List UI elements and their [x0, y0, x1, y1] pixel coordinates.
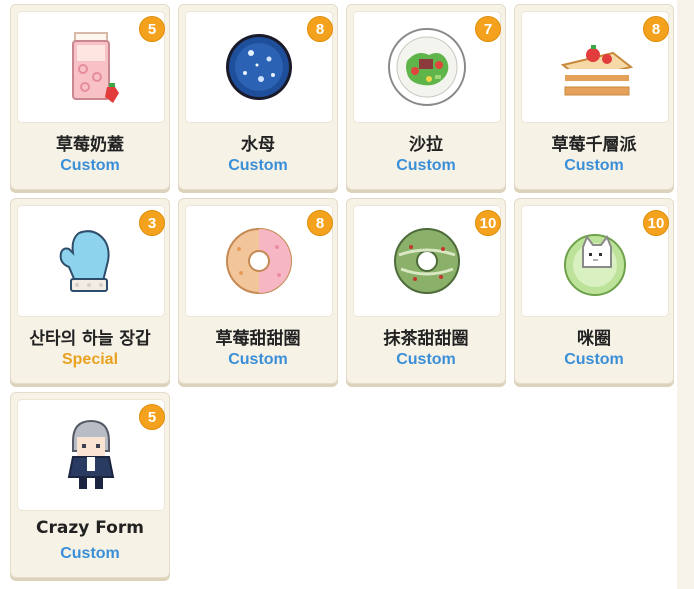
item-tag: Custom — [564, 351, 624, 368]
item-card[interactable]: 10 抹茶甜甜圈 Custom — [346, 198, 506, 384]
matcha-donut-icon — [394, 228, 460, 294]
salad-plate-icon — [388, 28, 466, 106]
item-name: 抹茶甜甜圈 — [383, 329, 469, 349]
item-tag: Custom — [228, 351, 288, 368]
item-card[interactable]: 5 草莓奶蓋 Custom — [10, 4, 170, 190]
cat-donut-icon — [564, 234, 626, 296]
mitten-icon — [59, 230, 110, 292]
strawberry-donut-icon — [226, 228, 292, 294]
item-name: 沙拉 — [409, 135, 443, 155]
item-tag: Custom — [564, 157, 624, 174]
item-tag: Custom — [228, 157, 288, 174]
item-card[interactable]: 8 草莓甜甜圈 Custom — [178, 198, 338, 384]
count-badge: 5 — [139, 16, 165, 42]
count-badge: 10 — [643, 210, 669, 236]
item-grid: 5 草莓奶蓋 Custom 8 水母 Custom 7 沙拉 Custom 8 … — [10, 4, 674, 578]
jellyfish-orb-icon — [226, 34, 292, 100]
item-card[interactable]: 5 Crazy Form Custom — [10, 392, 170, 578]
character-avatar-icon — [67, 419, 115, 489]
item-card[interactable]: 8 水母 Custom — [178, 4, 338, 190]
item-name: 草莓奶蓋 — [56, 135, 124, 155]
item-tag: Custom — [396, 351, 456, 368]
item-card[interactable]: 7 沙拉 Custom — [346, 4, 506, 190]
count-badge: 8 — [307, 210, 333, 236]
item-name: 草莓甜甜圈 — [215, 329, 301, 349]
item-card[interactable]: 8 草莓千層派 Custom — [514, 4, 674, 190]
count-badge: 3 — [139, 210, 165, 236]
item-name: 咪圈 — [577, 329, 611, 349]
item-tag: Custom — [60, 545, 120, 562]
item-name: Crazy Form — [36, 518, 144, 538]
count-badge: 10 — [475, 210, 501, 236]
item-card[interactable]: 10 咪圈 Custom — [514, 198, 674, 384]
page-side-strip — [677, 0, 694, 589]
item-name: 草莓千層派 — [551, 135, 637, 155]
item-name: 水母 — [241, 135, 275, 155]
strawberry-mille-feuille-icon — [560, 45, 634, 96]
count-badge: 5 — [139, 404, 165, 430]
count-badge: 8 — [307, 16, 333, 42]
item-card[interactable]: 3 산타의 하늘 장갑 Special — [10, 198, 170, 384]
count-badge: 7 — [475, 16, 501, 42]
item-tag: Custom — [60, 157, 120, 174]
strawberry-milk-cap-icon — [72, 32, 119, 103]
item-tag: Custom — [396, 157, 456, 174]
item-name: 산타의 하늘 장갑 — [29, 329, 151, 349]
count-badge: 8 — [643, 16, 669, 42]
item-tag: Special — [61, 351, 119, 368]
